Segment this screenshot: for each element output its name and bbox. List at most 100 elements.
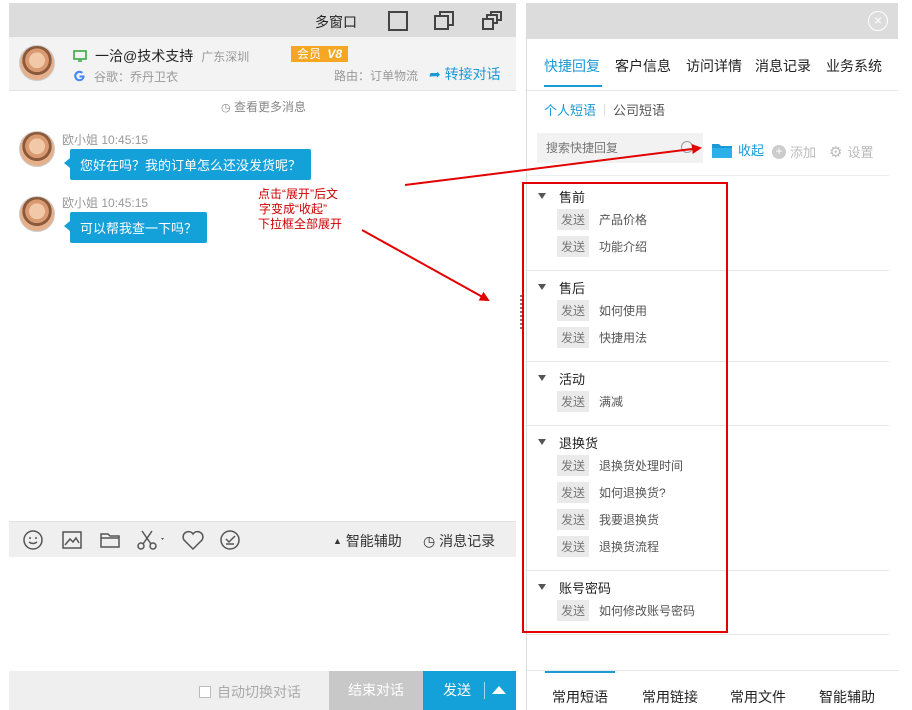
emoji-icon[interactable] xyxy=(22,529,44,551)
reply-item[interactable]: 发送 满减 xyxy=(527,388,889,415)
smart-assist-button[interactable]: ▲ 智能辅助 xyxy=(333,531,402,551)
message-bubble: 可以帮我查一下吗？ xyxy=(63,212,208,243)
subtab-company[interactable]: 公司短语 xyxy=(613,103,665,118)
reply-item[interactable]: 发送 退换货流程 xyxy=(527,533,889,560)
reply-text: 快捷用法 xyxy=(599,331,648,345)
reply-text: 退换货处理时间 xyxy=(599,459,684,473)
expand-triangle-icon[interactable] xyxy=(538,193,546,199)
expand-triangle-icon[interactable] xyxy=(538,284,546,290)
expand-triangle-icon[interactable] xyxy=(538,584,546,590)
tab-visit-details[interactable]: 访问详情 xyxy=(686,56,742,76)
contact-name: 一洽@技术支持 xyxy=(95,48,194,64)
auto-switch-checkbox[interactable]: 自动切换对话 xyxy=(199,682,301,702)
panel-tabs: 快捷回复 客户信息 访问详情 消息记录 业务系统 xyxy=(527,39,898,91)
panel-splitter[interactable] xyxy=(520,295,523,331)
send-tag[interactable]: 发送 xyxy=(557,455,590,476)
add-button[interactable]: + 添加 xyxy=(772,142,816,161)
message-history-button[interactable]: ◷ 消息记录 xyxy=(423,531,495,551)
message-list: ◷ 查看更多消息 欧小姐 10:45:15 您好在吗？我的订单怎么还没发货呢？ … xyxy=(9,91,516,521)
expand-triangle-icon[interactable] xyxy=(538,375,546,381)
add-label: 添加 xyxy=(790,145,817,160)
message-meta: 欧小姐 10:45:15 xyxy=(62,194,148,211)
transfer-button[interactable]: ➦ 转接对话 xyxy=(429,64,501,84)
search-input[interactable] xyxy=(537,133,677,163)
reply-item[interactable]: 发送 产品价格 xyxy=(527,206,889,233)
reply-item[interactable]: 发送 我要退换货 xyxy=(527,506,889,533)
load-more-button[interactable]: ◷ 查看更多消息 xyxy=(221,98,306,115)
message-bubble: 您好在吗？我的订单怎么还没发货呢？ xyxy=(63,149,312,180)
group-header[interactable]: 售后 xyxy=(527,277,889,297)
tab-common-files[interactable]: 常用文件 xyxy=(730,687,786,707)
subtab-personal[interactable]: 个人短语 xyxy=(544,103,596,118)
reply-item[interactable]: 发送 如何退换货? xyxy=(527,479,889,506)
rating-icon[interactable] xyxy=(219,529,241,551)
tab-quick-reply[interactable]: 快捷回复 xyxy=(544,56,600,76)
divider xyxy=(527,175,889,176)
send-tag[interactable]: 发送 xyxy=(557,327,590,348)
triangle-up-icon: ▲ xyxy=(333,536,342,546)
scissors-icon[interactable] xyxy=(136,529,168,551)
checkbox-icon[interactable] xyxy=(199,686,211,698)
reply-item[interactable]: 发送 如何使用 xyxy=(527,297,889,324)
vip-badge: 会员 V8 xyxy=(291,46,349,62)
folder-icon[interactable] xyxy=(99,529,121,551)
group-header[interactable]: 售前 xyxy=(527,186,889,206)
reply-item[interactable]: 发送 快捷用法 xyxy=(527,324,889,351)
reply-group: 售前 发送 产品价格 发送 功能介绍 xyxy=(527,180,889,271)
end-conversation-button[interactable]: 结束对话 xyxy=(329,671,423,710)
search-icon[interactable] xyxy=(681,141,693,153)
send-tag[interactable]: 发送 xyxy=(557,482,590,503)
reply-text: 如何使用 xyxy=(599,304,648,318)
collapse-button[interactable]: 收起 xyxy=(711,140,764,159)
heart-icon[interactable] xyxy=(181,529,205,551)
tab-business-system[interactable]: 业务系统 xyxy=(826,56,882,76)
bottom-tabs: 常用短语 常用链接 常用文件 智能辅助 xyxy=(527,670,898,710)
image-icon[interactable] xyxy=(61,529,83,551)
avatar[interactable] xyxy=(19,45,55,81)
phrase-subtabs: 个人短语 公司短语 xyxy=(544,100,665,119)
tab-smart-assist[interactable]: 智能辅助 xyxy=(819,687,875,707)
maximize-icon[interactable] xyxy=(388,11,408,31)
restore-icon[interactable] xyxy=(433,10,455,32)
tab-common-phrases[interactable]: 常用短语 xyxy=(552,687,608,707)
send-tag[interactable]: 发送 xyxy=(557,536,590,557)
settings-button[interactable]: ⚙ 设置 xyxy=(829,142,873,161)
folder-icon xyxy=(712,143,732,158)
group-title: 退换货 xyxy=(559,435,599,451)
send-button[interactable]: 发送 xyxy=(423,671,516,710)
tab-message-history[interactable]: 消息记录 xyxy=(755,56,811,76)
send-tag[interactable]: 发送 xyxy=(557,509,590,530)
reply-text: 退换货流程 xyxy=(599,540,660,554)
send-tag[interactable]: 发送 xyxy=(557,209,590,230)
group-title: 账号密码 xyxy=(559,580,612,596)
send-tag[interactable]: 发送 xyxy=(557,300,590,321)
send-tag[interactable]: 发送 xyxy=(557,391,590,412)
reply-group: 售后 发送 如何使用 发送 快捷用法 xyxy=(527,271,889,362)
tab-customer-info[interactable]: 客户信息 xyxy=(615,56,671,76)
group-header[interactable]: 退换货 xyxy=(527,432,889,452)
group-title: 售后 xyxy=(559,280,586,296)
tab-common-links[interactable]: 常用链接 xyxy=(642,687,698,707)
message-time: 10:45:15 xyxy=(101,196,149,210)
avatar xyxy=(19,131,55,167)
send-options-icon[interactable] xyxy=(492,686,506,694)
reply-item[interactable]: 发送 如何修改账号密码 xyxy=(527,597,889,624)
reply-text: 我要退换货 xyxy=(599,513,660,527)
group-header[interactable]: 账号密码 xyxy=(527,577,889,597)
chat-footer: 自动切换对话 结束对话 发送 xyxy=(9,671,516,710)
active-tab-indicator xyxy=(545,671,615,673)
message-input[interactable] xyxy=(9,557,516,671)
close-icon[interactable]: × xyxy=(868,11,888,31)
annotation-line: 点击“展开”后文 xyxy=(258,187,338,201)
send-tag[interactable]: 发送 xyxy=(557,600,590,621)
group-header[interactable]: 活动 xyxy=(527,368,889,388)
search-box xyxy=(537,133,703,163)
quick-reply-groups: 售前 发送 产品价格 发送 功能介绍 售后 发送 如何使用 发送 快捷用法 活动 发送满… xyxy=(527,180,889,635)
reply-text: 如何退换货? xyxy=(599,486,666,500)
reply-item[interactable]: 发送 退换货处理时间 xyxy=(527,452,889,479)
expand-triangle-icon[interactable] xyxy=(538,439,546,445)
reply-group: 账号密码 发送 如何修改账号密码 xyxy=(527,571,889,635)
send-tag[interactable]: 发送 xyxy=(557,236,590,257)
reply-item[interactable]: 发送 功能介绍 xyxy=(527,233,889,260)
multi-window-icon[interactable] xyxy=(481,10,503,32)
